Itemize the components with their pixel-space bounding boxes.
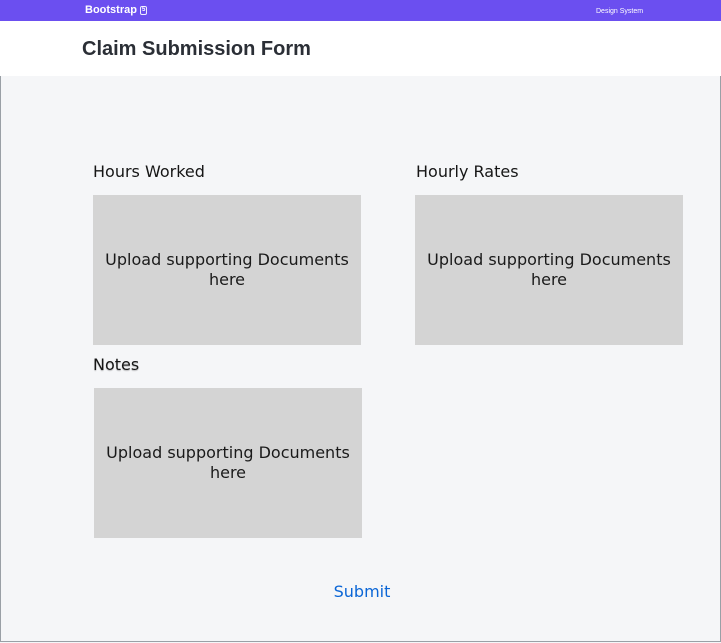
upload-prompt: Upload supporting Documents here <box>427 250 671 289</box>
brand-logo[interactable]: Bootstrap 5 <box>85 4 148 17</box>
page-header: Claim Submission Form <box>0 21 721 76</box>
hours-worked-label: Hours Worked <box>93 162 205 181</box>
design-system-link[interactable]: Design System <box>596 7 643 16</box>
hourly-rates-label: Hourly Rates <box>416 162 519 181</box>
page-title: Claim Submission Form <box>82 38 311 60</box>
notes-label: Notes <box>93 355 140 374</box>
brand-badge: 5 <box>139 6 148 15</box>
top-navbar: Bootstrap 5 Design System <box>0 0 721 21</box>
notes-upload-dropzone[interactable]: Upload supporting Documents here <box>94 388 362 538</box>
upload-prompt: Upload supporting Documents here <box>106 443 350 482</box>
hours-worked-upload-dropzone[interactable]: Upload supporting Documents here <box>93 195 361 345</box>
brand-name: Bootstrap <box>85 4 137 16</box>
upload-prompt: Upload supporting Documents here <box>105 250 349 289</box>
hourly-rates-upload-dropzone[interactable]: Upload supporting Documents here <box>415 195 683 345</box>
submit-button[interactable]: Submit <box>322 580 402 604</box>
